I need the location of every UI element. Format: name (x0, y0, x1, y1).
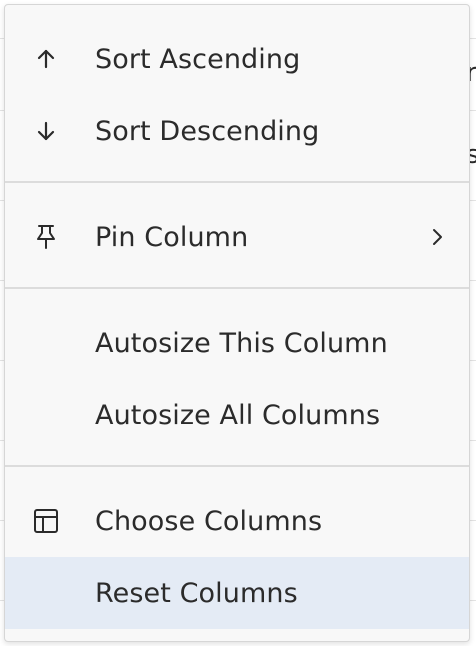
menu-item-label: Autosize All Columns (95, 399, 381, 431)
menu-item-sort-descending[interactable]: Sort Descending (5, 95, 469, 167)
arrow-down-icon (31, 116, 61, 146)
menu-item-label: Pin Column (95, 221, 249, 253)
columns-icon (31, 506, 61, 536)
chevron-right-icon (427, 227, 447, 247)
menu-divider (5, 181, 469, 183)
menu-item-autosize-all-columns[interactable]: Autosize All Columns (5, 379, 469, 451)
arrow-up-icon (31, 44, 61, 74)
menu-item-label: Choose Columns (95, 505, 323, 537)
menu-item-label: Autosize This Column (95, 327, 388, 359)
menu-divider (5, 465, 469, 467)
menu-item-pin-column[interactable]: Pin Column (5, 201, 469, 273)
menu-item-label: Reset Columns (95, 577, 298, 609)
menu-item-label: Sort Ascending (95, 43, 301, 75)
menu-item-label: Sort Descending (95, 115, 320, 147)
menu-item-choose-columns[interactable]: Choose Columns (5, 485, 469, 557)
column-context-menu: Sort Ascending Sort Descending Pin Colum… (4, 4, 470, 642)
menu-divider (5, 287, 469, 289)
menu-item-sort-ascending[interactable]: Sort Ascending (5, 23, 469, 95)
menu-item-reset-columns[interactable]: Reset Columns (5, 557, 469, 629)
menu-item-autosize-this-column[interactable]: Autosize This Column (5, 307, 469, 379)
pin-icon (31, 222, 61, 252)
